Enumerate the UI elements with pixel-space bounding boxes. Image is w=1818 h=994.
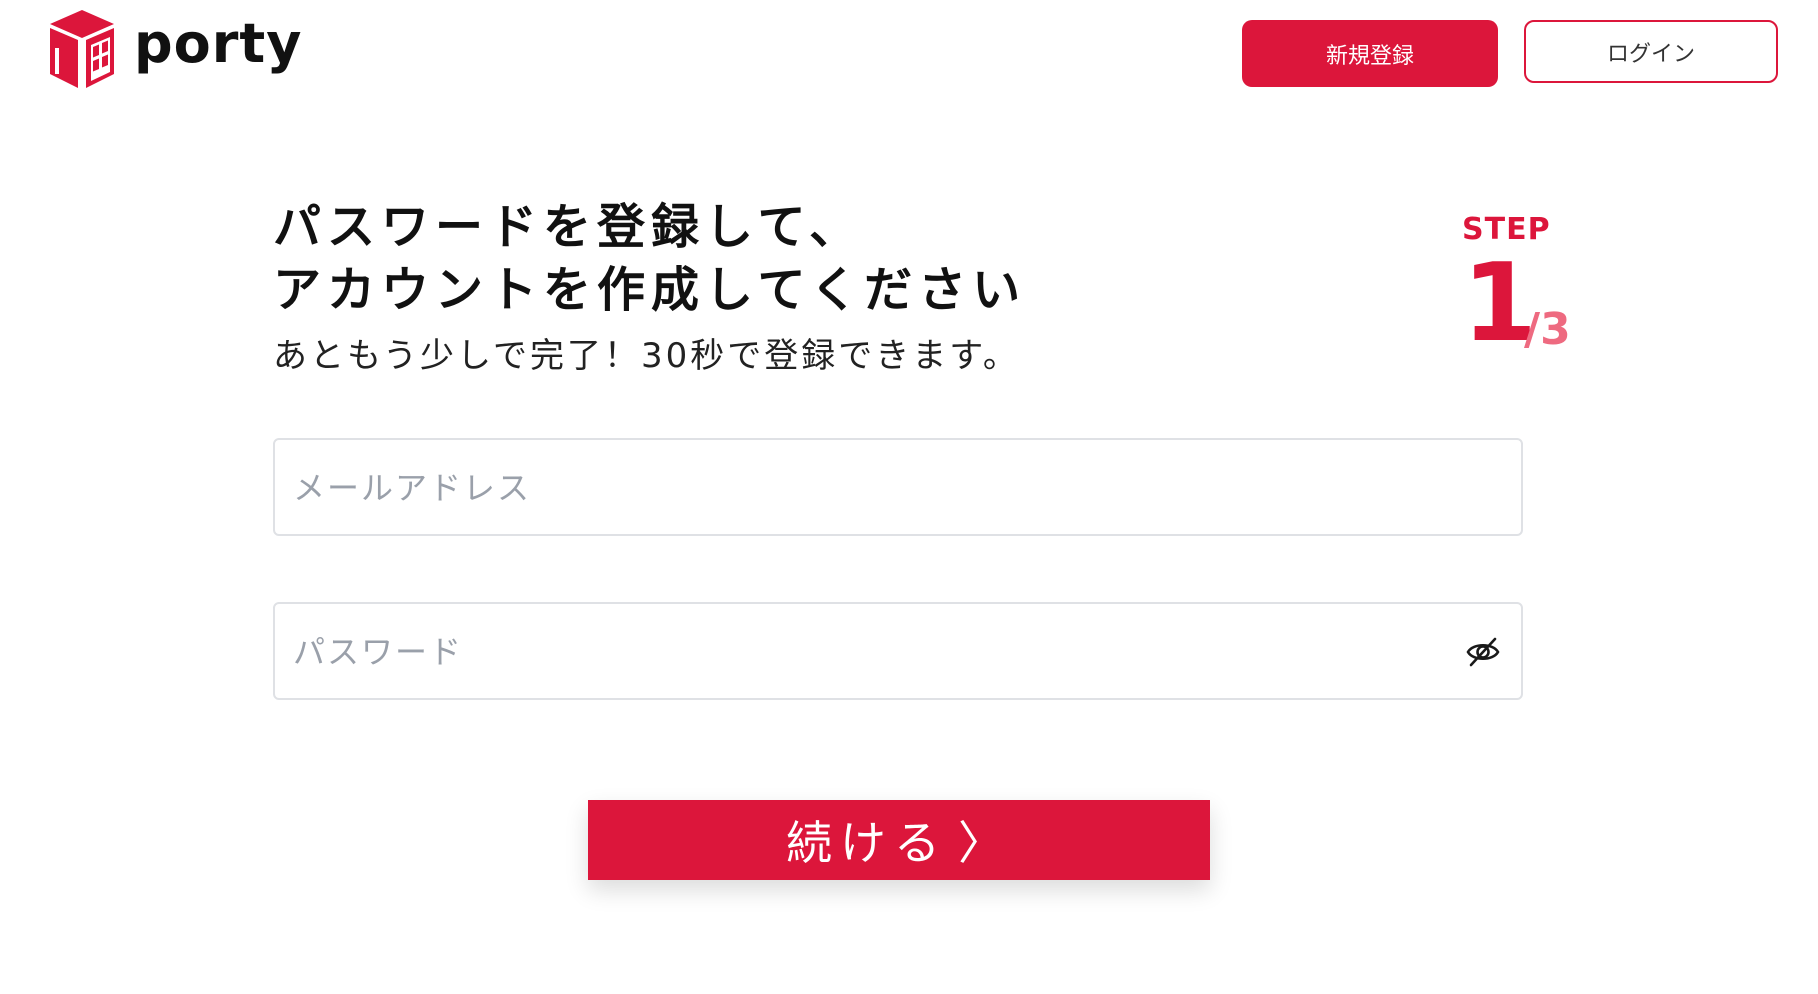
page-title-line-2: アカウントを作成してください	[273, 262, 1027, 318]
email-field-container	[273, 438, 1523, 536]
porty-logo-icon	[50, 10, 114, 88]
signup-button[interactable]: 新規登録	[1242, 20, 1498, 87]
password-field-container	[273, 602, 1523, 700]
brand-name: porty	[134, 11, 303, 75]
page-title: パスワードを登録して、 アカウントを作成してください	[273, 196, 1026, 322]
page-title-line-1: パスワードを登録して、	[273, 199, 864, 255]
page: porty 新規登録 ログイン パスワードを登録して、 アカウントを作成してくだ…	[0, 0, 1818, 994]
eye-off-icon[interactable]	[1463, 632, 1503, 672]
page-subtitle: あともう少しで完了！30秒で登録できます。	[273, 336, 1020, 376]
continue-button[interactable]: 続ける 〉	[588, 800, 1210, 880]
email-field[interactable]	[291, 440, 1435, 536]
login-button[interactable]: ログイン	[1524, 20, 1778, 83]
password-field[interactable]	[291, 604, 1435, 700]
step-indicator: STEP 1 /3	[1462, 212, 1592, 358]
step-total: /3	[1524, 304, 1571, 355]
continue-label: 続ける	[786, 816, 948, 870]
chevron-right-icon: 〉	[958, 816, 1012, 870]
logo[interactable]: porty	[44, 8, 302, 90]
